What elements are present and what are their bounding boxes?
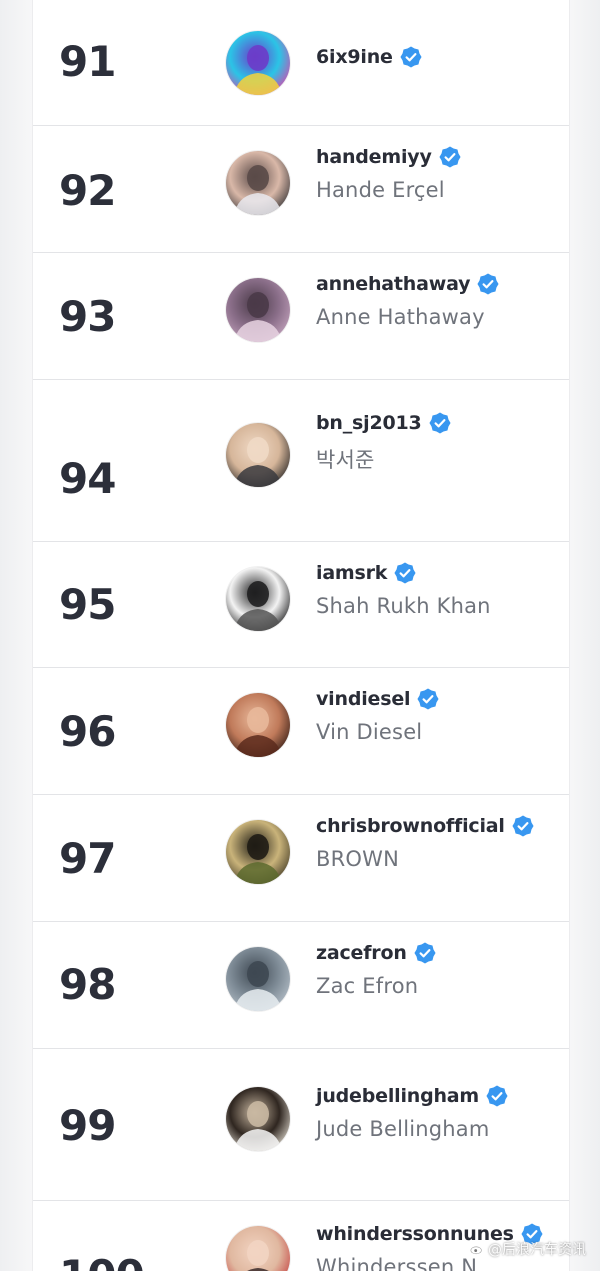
rank-number: 91 <box>59 37 116 86</box>
full-name: Shah Rukh Khan <box>316 594 491 618</box>
ranking-row[interactable]: 93 annehathaway Anne Hathaway <box>33 253 569 380</box>
account-names: annehathaway Anne Hathaway <box>316 273 499 329</box>
full-name: Zac Efron <box>316 974 419 998</box>
username-line: 6ix9ine <box>316 46 422 68</box>
account-names: bn_sj2013 박서준 <box>316 412 451 474</box>
ranking-row[interactable]: 97 chrisbrownofficial BROWN <box>33 795 569 922</box>
account-names: iamsrk Shah Rukh Khan <box>316 562 491 618</box>
full-name: BROWN <box>316 847 400 871</box>
verified-badge-icon <box>477 273 499 295</box>
rank-number: 94 <box>59 454 116 503</box>
username-link[interactable]: 6ix9ine <box>316 46 393 68</box>
verified-badge-icon <box>417 688 439 710</box>
avatar[interactable] <box>226 31 290 95</box>
avatar[interactable] <box>226 151 290 215</box>
username-link[interactable]: vindiesel <box>316 688 411 710</box>
username-line: chrisbrownofficial <box>316 815 534 837</box>
avatar[interactable] <box>226 820 290 884</box>
rank-number: 95 <box>59 580 116 629</box>
rank-number: 96 <box>59 707 116 756</box>
ranking-row[interactable]: 92 handemiyy Hande Erçel <box>33 126 569 253</box>
weibo-icon <box>470 1244 484 1255</box>
rank-number: 92 <box>59 166 116 215</box>
verified-badge-icon <box>414 942 436 964</box>
avatar[interactable] <box>226 567 290 631</box>
avatar[interactable] <box>226 947 290 1011</box>
watermark: @后浪汽车资讯 <box>470 1239 586 1259</box>
username-link[interactable]: annehathaway <box>316 273 471 295</box>
verified-badge-icon <box>428 412 451 434</box>
ranking-row[interactable]: 94 bn_sj2013 박서준 <box>33 380 569 542</box>
avatar[interactable] <box>226 423 290 487</box>
full-name: 박서준 <box>316 448 375 472</box>
username-link[interactable]: judebellingham <box>316 1085 479 1107</box>
avatar[interactable] <box>226 693 290 757</box>
username-line: annehathaway <box>316 273 499 295</box>
full-name: Vin Diesel <box>316 720 423 744</box>
account-names: judebellingham Jude Bellingham <box>316 1085 508 1141</box>
account-names: 6ix9ine <box>316 46 422 68</box>
ranking-row[interactable]: 95 iamsrk Shah Rukh Khan <box>33 542 569 668</box>
ranking-list: 91 6ix9ine 92 handemiyy Hande Erçel 93 annehat… <box>32 0 570 1271</box>
account-names: zacefron Zac Efron <box>316 942 436 998</box>
username-line: zacefron <box>316 942 436 964</box>
verified-badge-icon <box>400 46 422 68</box>
rank-number: 100 <box>59 1255 145 1271</box>
ranking-row[interactable]: 91 6ix9ine <box>33 0 569 126</box>
avatar[interactable] <box>226 1087 290 1151</box>
page: 91 6ix9ine 92 handemiyy Hande Erçel 93 annehat… <box>0 0 600 1271</box>
verified-badge-icon <box>439 146 461 168</box>
account-names: handemiyy Hande Erçel <box>316 146 461 202</box>
username-link[interactable]: chrisbrownofficial <box>316 815 505 837</box>
full-name: Anne Hathaway <box>316 305 485 329</box>
verified-badge-icon <box>486 1085 508 1107</box>
username-line: bn_sj2013 <box>316 412 451 434</box>
username-link[interactable]: bn_sj2013 <box>316 412 422 434</box>
full-name: Jude Bellingham <box>316 1117 490 1141</box>
account-names: vindiesel Vin Diesel <box>316 688 439 744</box>
username-link[interactable]: zacefron <box>316 942 407 964</box>
rank-number: 97 <box>59 834 116 883</box>
ranking-row[interactable]: 96 vindiesel Vin Diesel <box>33 668 569 795</box>
rank-number: 93 <box>59 292 116 341</box>
ranking-row[interactable]: 100whinderssonnunesWhinderssen N <box>33 1201 569 1271</box>
username-line: handemiyy <box>316 146 461 168</box>
rank-number: 98 <box>59 960 116 1009</box>
username-link[interactable]: iamsrk <box>316 562 387 584</box>
verified-badge-icon <box>394 562 416 584</box>
username-line: vindiesel <box>316 688 439 710</box>
watermark-text: @后浪汽车资讯 <box>488 1242 586 1258</box>
full-name: Hande Erçel <box>316 178 445 202</box>
verified-badge-icon <box>512 815 534 837</box>
rank-number: 99 <box>59 1101 116 1150</box>
avatar[interactable] <box>226 1226 290 1271</box>
ranking-row[interactable]: 98 zacefron Zac Efron <box>33 922 569 1049</box>
account-names: chrisbrownofficial BROWN <box>316 815 534 871</box>
ranking-row[interactable]: 99 judebellingham Jude Bellingham <box>33 1049 569 1201</box>
username-link[interactable]: handemiyy <box>316 146 432 168</box>
avatar[interactable] <box>226 278 290 342</box>
username-line: judebellingham <box>316 1085 508 1107</box>
username-line: iamsrk <box>316 562 491 584</box>
